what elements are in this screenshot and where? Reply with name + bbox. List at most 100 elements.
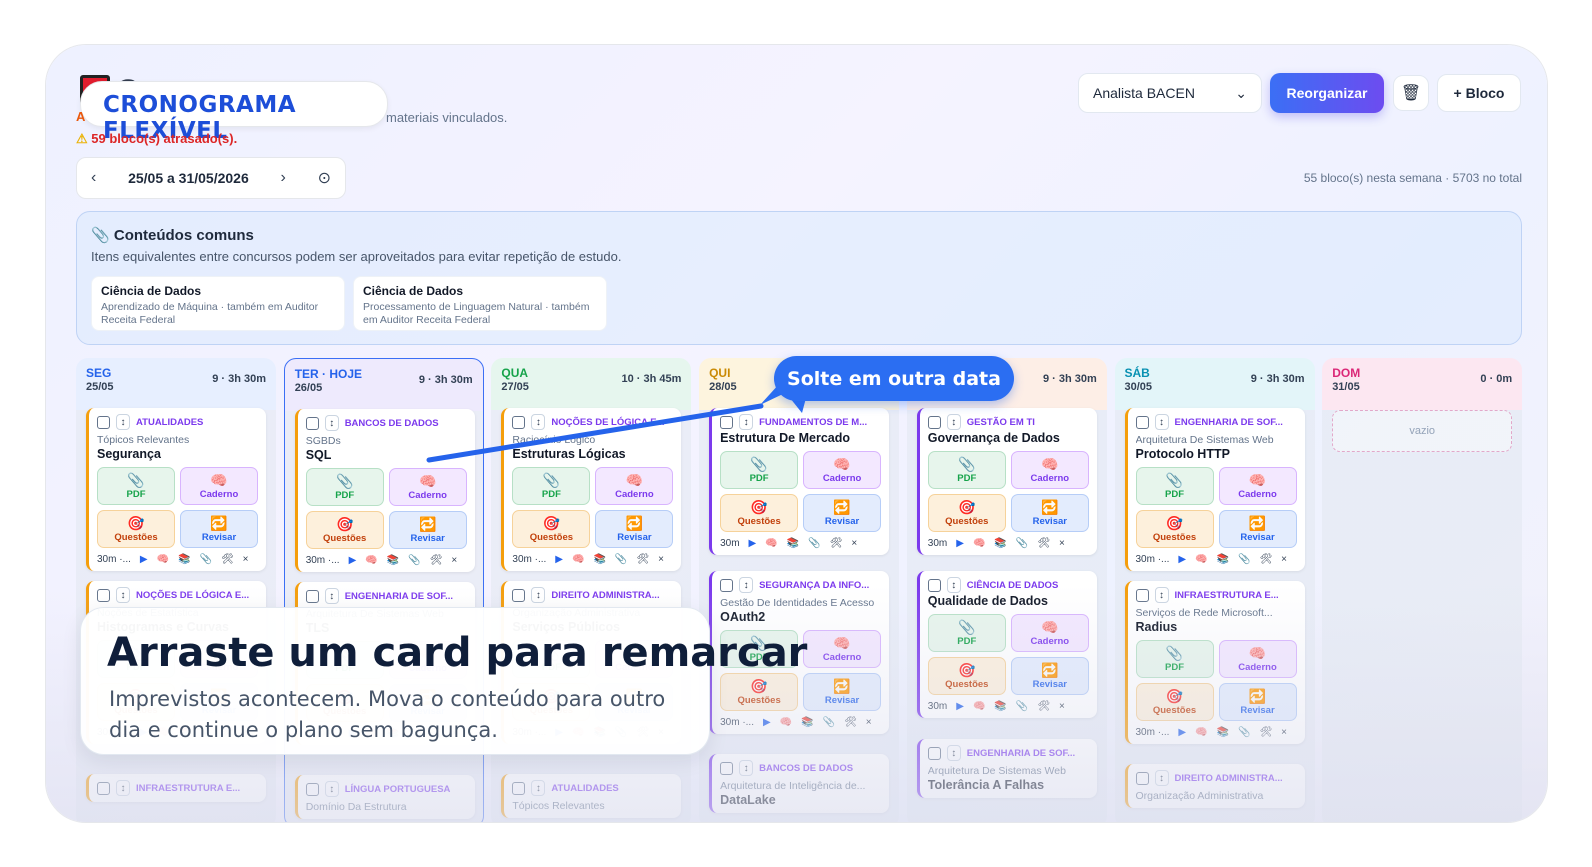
books-icon[interactable]: 📚 bbox=[178, 554, 190, 565]
play-icon[interactable]: ▶ bbox=[956, 538, 964, 549]
brain-icon[interactable]: 🧠 bbox=[765, 538, 777, 549]
play-icon[interactable]: ▶ bbox=[140, 554, 148, 565]
play-icon[interactable]: ▶ bbox=[749, 538, 757, 549]
notebook-button[interactable]: 🧠Caderno bbox=[388, 468, 467, 506]
pdf-label: PDF bbox=[126, 488, 146, 500]
brain-icon[interactable]: 🧠 bbox=[157, 554, 169, 565]
paperclip-icon[interactable]: 📎 bbox=[615, 554, 627, 565]
day-header: SEG 25/05 9 · 3h 30m bbox=[76, 358, 276, 410]
empty-day-slot[interactable]: vazio bbox=[1332, 410, 1513, 452]
brain-icon[interactable]: 🧠 bbox=[572, 554, 584, 565]
notebook-button[interactable]: 🧠Caderno bbox=[180, 467, 258, 505]
books-icon[interactable]: 📚 bbox=[593, 554, 605, 565]
pdf-button[interactable]: 📎PDF bbox=[512, 467, 591, 505]
reorganize-button[interactable]: Reorganizar bbox=[1270, 73, 1384, 113]
tools-icon[interactable]: 🛠 bbox=[1037, 538, 1050, 549]
pdf-button[interactable]: 📎PDF bbox=[97, 467, 175, 505]
study-block-card[interactable]: ↕ GESTÃO EM TI Governança de Dados 📎 PDF 🧠 Cad… bbox=[916, 408, 1097, 555]
paperclip-icon[interactable]: 📎 bbox=[1016, 538, 1028, 549]
drag-handle-icon[interactable]: ↕ bbox=[531, 414, 546, 430]
questions-button[interactable]: 🎯Questões bbox=[512, 510, 591, 548]
study-block-card[interactable]: ↕ ATUALIDADES Tópicos Relevantes Segurança 📎… bbox=[86, 408, 266, 571]
done-checkbox[interactable] bbox=[97, 415, 110, 429]
play-icon[interactable]: ▶ bbox=[349, 555, 357, 566]
review-button[interactable]: 🔁Revisar bbox=[1218, 510, 1297, 548]
common-content-card[interactable]: Ciência de Dados Aprendizado de Máquina … bbox=[91, 276, 345, 331]
play-icon[interactable]: ▶ bbox=[555, 554, 563, 565]
books-icon[interactable]: 📚 bbox=[387, 555, 399, 566]
paperclip-icon[interactable]: 📎 bbox=[200, 554, 212, 565]
review-button[interactable]: 🔁Revisar bbox=[388, 511, 467, 549]
drag-handle-icon[interactable]: ↕ bbox=[324, 415, 339, 431]
close-icon[interactable]: × bbox=[243, 554, 249, 565]
card-actions: 📎PDF🧠Caderno🎯Questões🔁Revisar bbox=[720, 451, 882, 532]
card-duration: 30m ·... bbox=[305, 555, 340, 566]
books-icon[interactable]: 📚 bbox=[1217, 554, 1229, 565]
close-icon[interactable]: × bbox=[851, 538, 857, 549]
card-actions: 📎PDF🧠Caderno🎯Questões🔁Revisar bbox=[97, 467, 258, 548]
review-button[interactable]: 🔁Revisar bbox=[180, 510, 258, 548]
study-block-card[interactable]: ↕ FUNDAMENTOS DE M... Estrutura De Mercado… bbox=[709, 408, 890, 555]
prev-week-button[interactable]: ‹ bbox=[91, 169, 96, 187]
close-icon[interactable]: × bbox=[658, 554, 664, 565]
paperclip-icon: 📎 bbox=[1165, 471, 1184, 488]
add-block-button[interactable]: + Bloco bbox=[1437, 74, 1521, 112]
study-block-card[interactable]: ↕ NOÇÕES DE LÓGICA E... Raciocínio Lógico E… bbox=[501, 408, 682, 571]
close-icon[interactable]: × bbox=[451, 555, 457, 566]
review-button[interactable]: 🔁Revisar bbox=[803, 494, 882, 532]
questions-button[interactable]: 🎯Questões bbox=[1135, 510, 1214, 548]
common-content-card[interactable]: Ciência de Dados Processamento de Lingua… bbox=[353, 276, 607, 331]
questions-label: Questões bbox=[737, 515, 781, 527]
done-checkbox[interactable] bbox=[512, 415, 526, 429]
drag-tip-panel: Arraste um card para remarcar Imprevisto… bbox=[80, 607, 807, 755]
done-checkbox[interactable] bbox=[927, 415, 941, 429]
pdf-button[interactable]: 📎PDF bbox=[305, 468, 384, 506]
tools-icon[interactable]: 🛠 bbox=[1259, 554, 1272, 565]
drag-handle-icon[interactable]: ↕ bbox=[116, 414, 130, 430]
notebook-button[interactable]: 🧠Caderno bbox=[803, 451, 882, 489]
books-icon[interactable]: 📚 bbox=[994, 538, 1006, 549]
brain-icon[interactable]: 🧠 bbox=[365, 555, 377, 566]
next-week-button[interactable]: › bbox=[281, 169, 286, 187]
tools-icon[interactable]: 🛠 bbox=[430, 555, 443, 566]
study-block-card[interactable]: ↕ BANCOS DE DADOS SGBDs SQL 📎 PDF 🧠 Caderno 🎯 Que… bbox=[294, 409, 475, 572]
notebook-button[interactable]: 🧠Caderno bbox=[595, 467, 674, 505]
notebook-button[interactable]: 🧠Caderno bbox=[1010, 451, 1089, 489]
drag-handle-icon[interactable]: ↕ bbox=[1154, 414, 1169, 430]
study-block-card[interactable]: ↕ ENGENHARIA DE SOF... Arquitetura De Sist… bbox=[1124, 408, 1305, 571]
questions-button[interactable]: 🎯Questões bbox=[97, 510, 175, 548]
notebook-button[interactable]: 🧠Caderno bbox=[1218, 467, 1297, 505]
done-checkbox[interactable] bbox=[1135, 415, 1149, 429]
review-button[interactable]: 🔁Revisar bbox=[595, 510, 674, 548]
drag-handle-icon[interactable]: ↕ bbox=[946, 414, 961, 430]
card-header: ↕ NOÇÕES DE LÓGICA E... bbox=[512, 414, 673, 430]
paperclip-icon[interactable]: 📎 bbox=[408, 555, 420, 566]
books-icon[interactable]: 📚 bbox=[787, 538, 799, 549]
tools-icon[interactable]: 🛠 bbox=[830, 538, 843, 549]
paperclip-icon[interactable]: 📎 bbox=[1238, 554, 1250, 565]
close-icon[interactable]: × bbox=[1059, 538, 1065, 549]
today-icon[interactable]: ⊙ bbox=[318, 168, 331, 188]
review-button[interactable]: 🔁Revisar bbox=[1010, 494, 1089, 532]
tools-icon[interactable]: 🛠 bbox=[636, 554, 649, 565]
trash-button[interactable]: 🗑 bbox=[1393, 75, 1429, 111]
overdue-warning-text: 59 bloco(s) atrasado(s). bbox=[91, 131, 238, 146]
questions-button[interactable]: 🎯Questões bbox=[305, 511, 384, 549]
pdf-button[interactable]: 📎PDF bbox=[1135, 467, 1214, 505]
exam-select[interactable]: Analista BACEN ⌄ bbox=[1078, 73, 1262, 113]
drag-handle-icon[interactable]: ↕ bbox=[739, 414, 754, 430]
play-icon[interactable]: ▶ bbox=[1178, 554, 1186, 565]
paperclip-icon[interactable]: 📎 bbox=[808, 538, 820, 549]
tools-icon[interactable]: 🛠 bbox=[221, 554, 234, 565]
paperclip-icon: 📎 bbox=[542, 471, 561, 488]
brain-icon[interactable]: 🧠 bbox=[1195, 554, 1207, 565]
questions-button[interactable]: 🎯Questões bbox=[720, 494, 799, 532]
pdf-button[interactable]: 📎PDF bbox=[720, 451, 799, 489]
done-checkbox[interactable] bbox=[305, 416, 319, 430]
brain-icon[interactable]: 🧠 bbox=[973, 538, 985, 549]
done-checkbox[interactable] bbox=[720, 415, 734, 429]
pdf-button[interactable]: 📎PDF bbox=[927, 451, 1006, 489]
questions-button[interactable]: 🎯Questões bbox=[927, 494, 1006, 532]
card-title: Estrutura De Mercado bbox=[720, 431, 850, 445]
close-icon[interactable]: × bbox=[1281, 554, 1287, 565]
